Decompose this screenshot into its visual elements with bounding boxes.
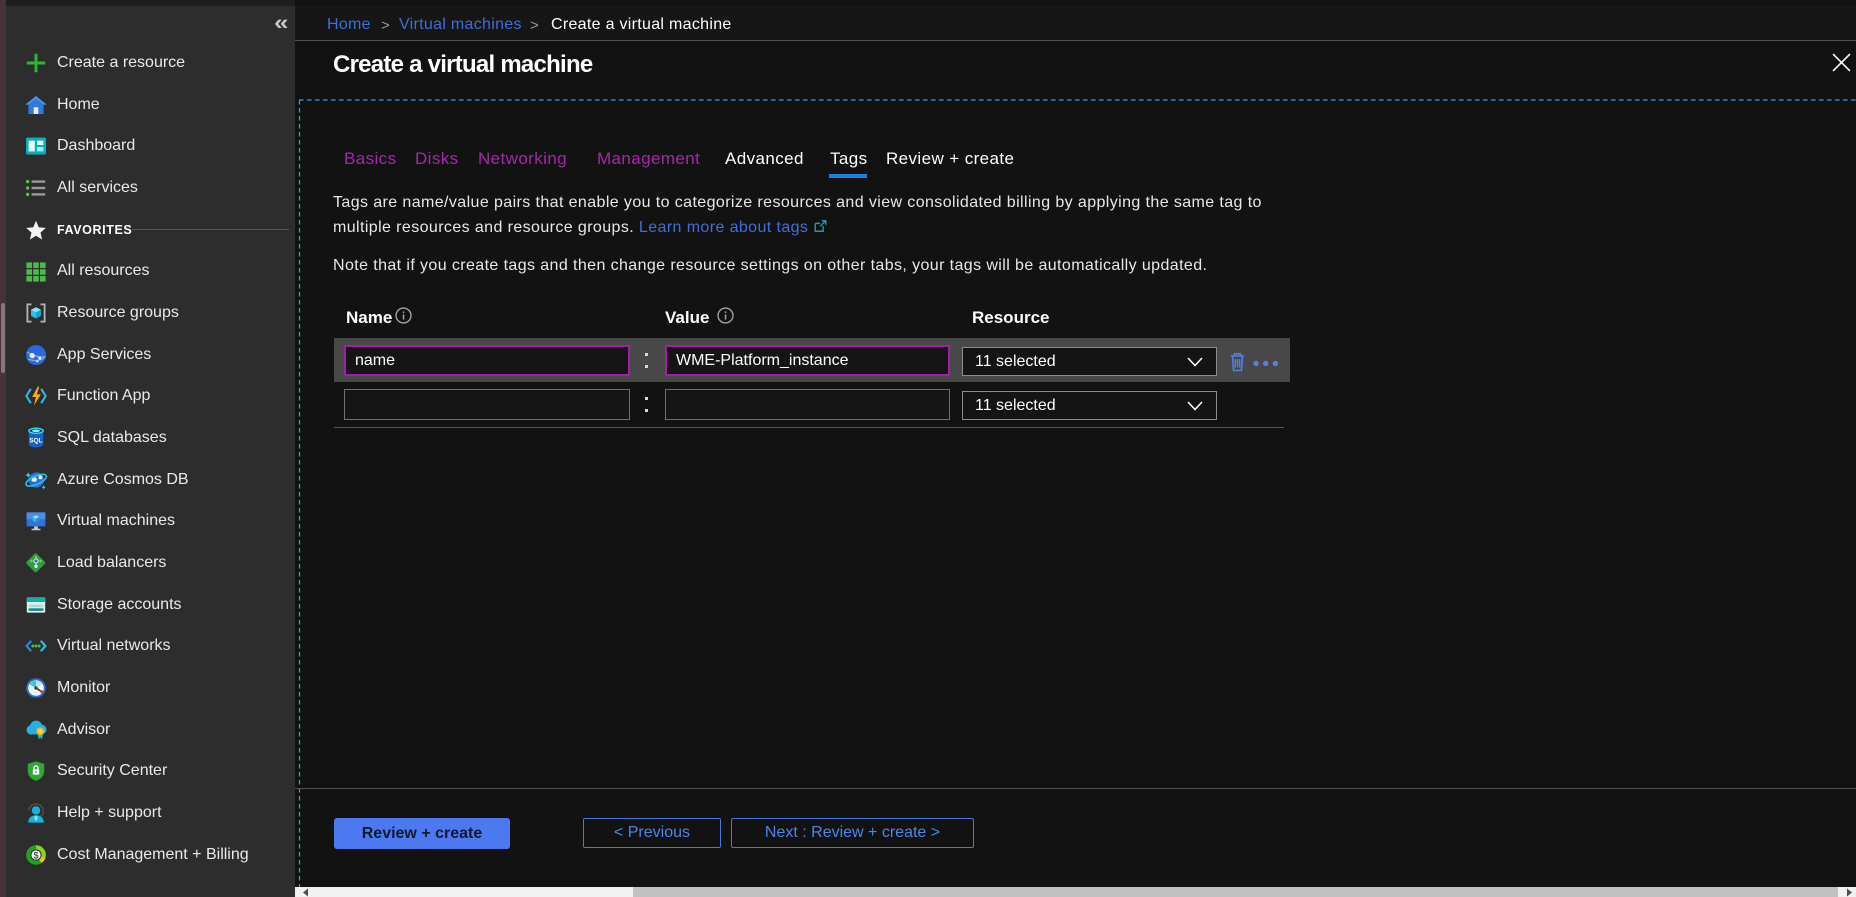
svg-text:$: $ bbox=[33, 850, 38, 860]
svg-text:SQL: SQL bbox=[29, 438, 42, 445]
